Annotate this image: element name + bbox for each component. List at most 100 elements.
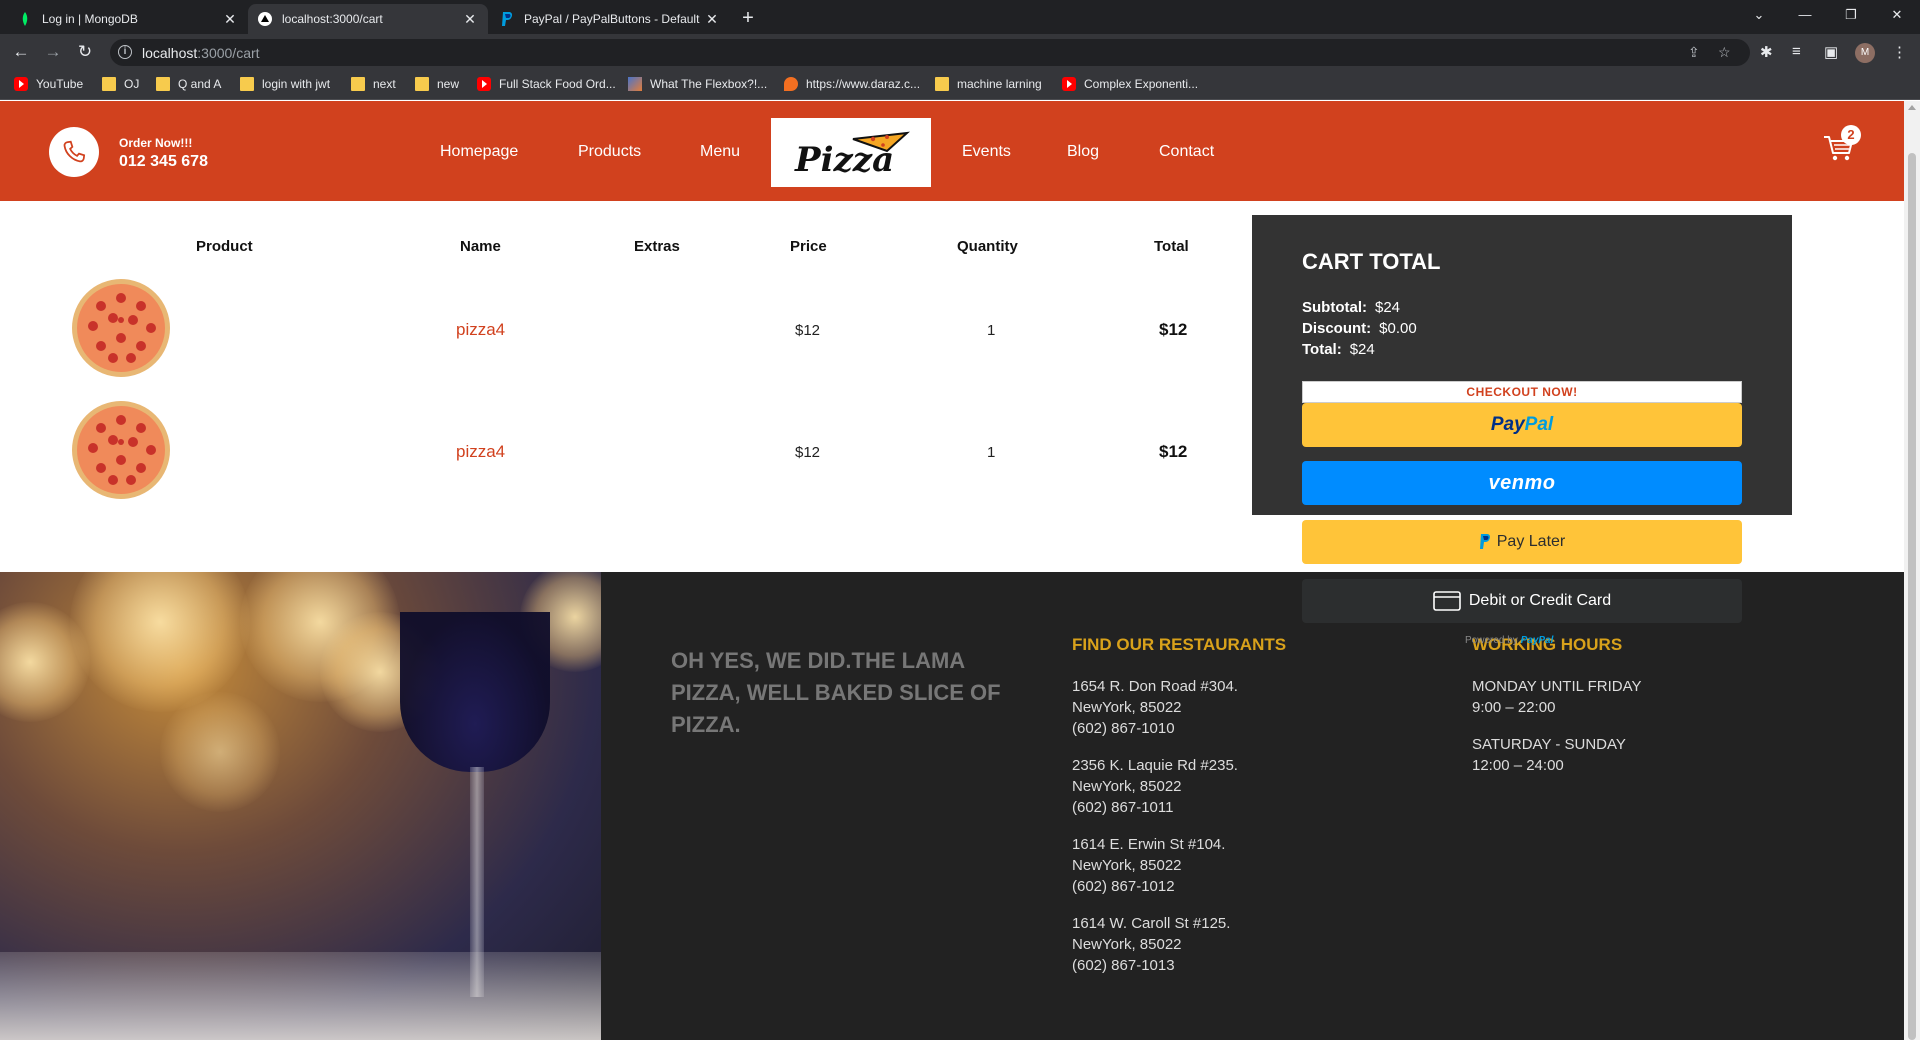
product-total: $12	[1159, 320, 1188, 339]
paypal-pal-text: Pal	[1524, 414, 1554, 435]
wine-glass	[400, 612, 550, 772]
product-quantity: 1	[987, 322, 996, 339]
discount-label: Discount:	[1302, 320, 1372, 337]
venmo-button[interactable]: venmo	[1302, 461, 1742, 505]
restaurant-address: 2356 K. Laquie Rd #235. NewYork, 85022 (…	[1072, 755, 1238, 818]
url-text[interactable]: localhost:3000/cart	[142, 45, 260, 61]
nav-link-menu[interactable]: Menu	[700, 143, 740, 161]
site-footer: OH YES, WE DID.THE LAMA PIZZA, WELL BAKE…	[0, 572, 1904, 1040]
product-name[interactable]: pizza4	[456, 320, 505, 340]
close-icon[interactable]: ✕	[462, 11, 478, 28]
folder-icon	[351, 77, 365, 91]
site-info-icon[interactable]: i	[118, 45, 132, 59]
nav-link-homepage[interactable]: Homepage	[440, 143, 518, 161]
restaurant-address: 1614 W. Caroll St #125. NewYork, 85022 (…	[1072, 913, 1230, 976]
debit-credit-card-button[interactable]: Debit or Credit Card	[1302, 579, 1742, 623]
close-icon[interactable]: ✕	[222, 11, 238, 28]
tab-mongodb[interactable]: Log in | MongoDB ✕	[8, 4, 248, 34]
site-logo[interactable]: Pizza	[771, 118, 931, 187]
page-viewport: Order Now!!! 012 345 678 Homepage Produc…	[0, 101, 1904, 1040]
bookmark-q-and-a[interactable]: Q and A	[156, 77, 221, 91]
window-close-button[interactable]: ✕	[1874, 0, 1920, 30]
minimize-button[interactable]: —	[1782, 0, 1828, 30]
page-scrollbar[interactable]	[1904, 101, 1920, 1040]
daraz-icon	[784, 77, 798, 91]
pay-later-button[interactable]: Pay Later	[1302, 520, 1742, 564]
bookmark-youtube[interactable]: YouTube	[14, 77, 83, 91]
profile-avatar[interactable]: M	[1855, 43, 1875, 63]
product-quantity: 1	[987, 444, 996, 461]
address-bar[interactable]: i localhost:3000/cart ⇪ ☆	[110, 39, 1750, 66]
total-value: $24	[1349, 341, 1375, 358]
address-phone: (602) 867-1010	[1072, 720, 1175, 737]
bookmark-label: Complex Exponenti...	[1084, 77, 1199, 91]
tab-title: localhost:3000/cart	[282, 12, 383, 26]
forward-arrow-icon[interactable]: →	[40, 39, 66, 65]
bookmark-label: next	[373, 77, 396, 91]
reload-icon[interactable]: ↻	[72, 39, 98, 65]
total-label: Total:	[1302, 341, 1342, 358]
address-street: 1614 W. Caroll St #125.	[1072, 915, 1231, 932]
youtube-icon	[1062, 77, 1076, 91]
side-panel-icon[interactable]: ▣	[1824, 43, 1838, 61]
restaurants-title: FIND OUR RESTAURANTS	[1072, 635, 1287, 654]
bookmark-oj[interactable]: OJ	[102, 77, 139, 91]
cart-total-title: CART TOTAL	[1302, 249, 1441, 274]
bookmark-new[interactable]: new	[415, 77, 459, 91]
bookmark-login-jwt[interactable]: login with jwt	[240, 77, 330, 91]
product-name[interactable]: pizza4	[456, 442, 505, 462]
product-price: $12	[795, 444, 821, 461]
reading-list-icon[interactable]: ≡	[1792, 43, 1801, 60]
hours-time: 12:00 – 24:00	[1472, 757, 1564, 774]
star-icon[interactable]: ☆	[1718, 44, 1731, 61]
call-button[interactable]	[49, 127, 99, 177]
folder-icon	[156, 77, 170, 91]
folder-icon	[415, 77, 429, 91]
subtotal-value: $24	[1375, 299, 1401, 316]
order-now-label: Order Now!!!	[119, 136, 193, 150]
bookmark-full-stack[interactable]: Full Stack Food Ord...	[477, 77, 616, 91]
bookmark-flexbox[interactable]: What The Flexbox?!...	[628, 77, 767, 91]
footer-slogan: OH YES, WE DID.THE LAMA PIZZA, WELL BAKE…	[671, 648, 1001, 737]
bookmark-label: machine larning	[957, 77, 1042, 91]
bookmark-machine-learning[interactable]: machine larning	[935, 77, 1042, 91]
scroll-up-arrow-icon[interactable]	[1908, 105, 1916, 110]
order-phone-number: 012 345 678	[119, 153, 208, 170]
tab-search-icon[interactable]: ⌄	[1736, 0, 1782, 30]
nav-link-blog[interactable]: Blog	[1067, 143, 1099, 161]
back-arrow-icon[interactable]: ←	[8, 39, 34, 65]
more-menu-icon[interactable]: ⋮	[1892, 43, 1907, 61]
column-header-name: Name	[460, 238, 501, 255]
powered-by-brand: PayPal	[1520, 635, 1554, 646]
share-icon[interactable]: ⇪	[1688, 44, 1700, 61]
new-tab-button[interactable]: +	[736, 6, 760, 30]
nav-link-products[interactable]: Products	[578, 143, 641, 161]
discount-value: $0.00	[1379, 320, 1417, 337]
checkout-button[interactable]: CHECKOUT NOW!	[1302, 381, 1742, 403]
bookmark-label: https://www.daraz.c...	[806, 77, 921, 91]
tab-cart[interactable]: localhost:3000/cart ✕	[248, 4, 488, 34]
address-phone: (602) 867-1013	[1072, 957, 1175, 974]
folder-icon	[240, 77, 254, 91]
scrollbar-thumb[interactable]	[1908, 153, 1916, 1040]
column-header-price: Price	[790, 238, 827, 255]
folder-icon	[935, 77, 949, 91]
tab-title: Log in | MongoDB	[42, 12, 138, 26]
bookmark-complex[interactable]: Complex Exponenti...	[1062, 77, 1198, 91]
bookmark-label: Q and A	[178, 77, 222, 91]
paypal-button[interactable]: PayPal	[1302, 403, 1742, 447]
bookmark-daraz[interactable]: https://www.daraz.c...	[784, 77, 920, 91]
extensions-icon[interactable]: ✱	[1760, 43, 1773, 61]
bookmark-label: OJ	[124, 77, 140, 91]
close-icon[interactable]: ✕	[704, 11, 720, 28]
site-navbar: Order Now!!! 012 345 678 Homepage Produc…	[0, 101, 1904, 201]
tab-paypal[interactable]: PayPal / PayPalButtons - Default ✕	[490, 4, 730, 34]
tab-title: PayPal / PayPalButtons - Default	[524, 12, 700, 26]
working-hours-block: SATURDAY - SUNDAY 12:00 – 24:00	[1472, 734, 1626, 776]
working-hours-block: MONDAY UNTIL FRIDAY 9:00 – 22:00	[1472, 676, 1641, 718]
restore-button[interactable]: ❐	[1828, 0, 1874, 30]
bookmark-next[interactable]: next	[351, 77, 396, 91]
powered-by-text: Powered by	[1465, 635, 1518, 646]
nav-link-contact[interactable]: Contact	[1159, 143, 1214, 161]
nav-link-events[interactable]: Events	[962, 143, 1011, 161]
